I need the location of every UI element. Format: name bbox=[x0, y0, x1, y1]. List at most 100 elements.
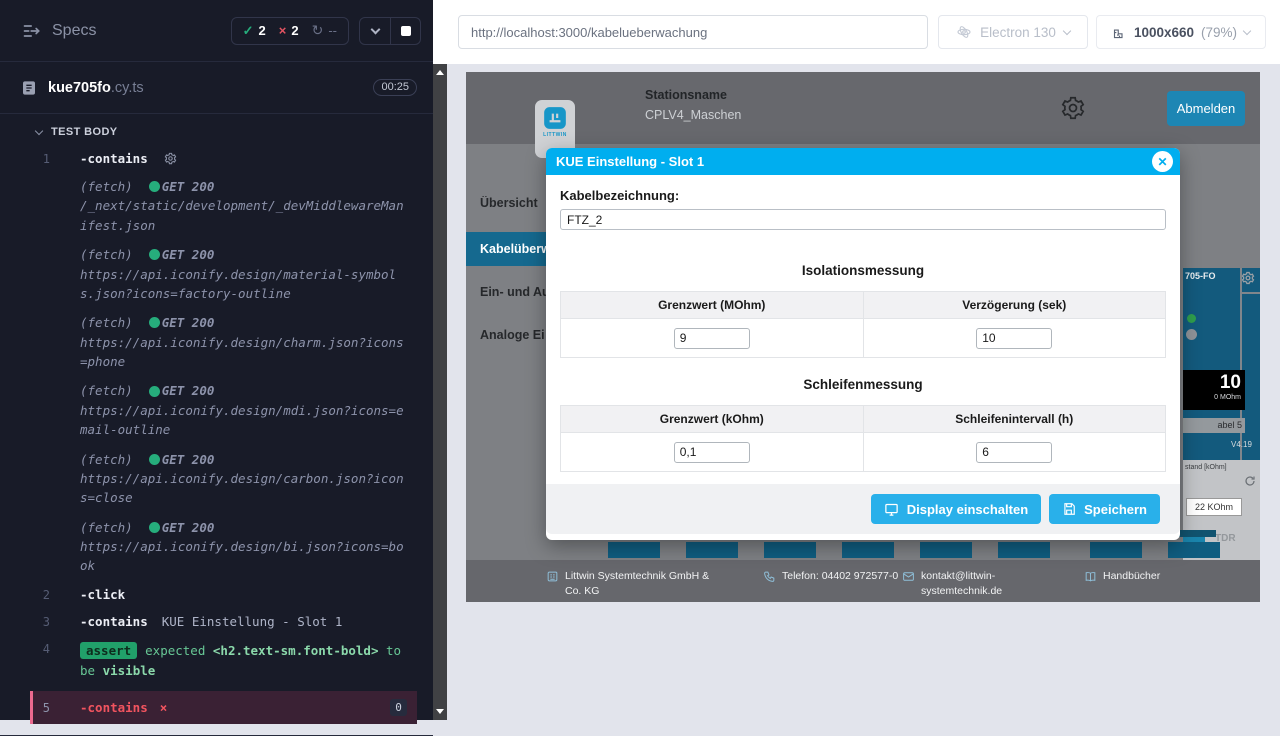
gear-icon bbox=[164, 152, 177, 165]
assert-element: <h2.text-sm.font-bold> bbox=[213, 643, 379, 658]
fetch-method: GET 200 bbox=[162, 518, 215, 537]
url-input[interactable] bbox=[458, 15, 928, 49]
fetch-url: /_next/static/development/_devMiddleware… bbox=[80, 196, 409, 235]
speichern-button[interactable]: Speichern bbox=[1049, 494, 1160, 524]
card-stub bbox=[842, 542, 894, 558]
display-einschalten-button[interactable]: Display einschalten bbox=[871, 494, 1041, 524]
command-number: 4 bbox=[0, 641, 50, 656]
kabel-label: Kabelbezeichnung: bbox=[560, 188, 1166, 203]
viewport-select[interactable]: 1000x660 (79%) bbox=[1096, 15, 1266, 49]
resistance-value: 22 KOhm bbox=[1186, 498, 1242, 516]
fetch-label: (fetch) bbox=[80, 381, 133, 400]
fetch-url: https://api.iconify.design/carbon.json?i… bbox=[80, 469, 409, 508]
command-number: 3 bbox=[0, 614, 50, 629]
command-assert[interactable]: 4 assertexpected <h2.text-sm.font-bold> … bbox=[0, 635, 433, 687]
card-stub bbox=[686, 542, 738, 558]
reporter-header: Specs ✓2 ×2 ↻-- bbox=[0, 0, 433, 62]
retry-count-badge: 0 bbox=[390, 699, 407, 716]
logout-button[interactable]: Abmelden bbox=[1167, 91, 1245, 126]
status-dot-icon bbox=[149, 386, 160, 397]
kabelbezeichnung-input[interactable] bbox=[560, 209, 1166, 230]
cypress-reporter-sidebar: Specs ✓2 ×2 ↻-- kue705fo.cy.ts 00:25 TES… bbox=[0, 0, 433, 720]
fetch-method: GET 200 bbox=[162, 381, 215, 400]
refresh-icon[interactable] bbox=[1244, 475, 1256, 487]
phone-icon bbox=[763, 570, 776, 584]
assert-text: expected bbox=[145, 643, 205, 658]
command-name: -contains bbox=[80, 614, 148, 629]
fetch-method: GET 200 bbox=[162, 313, 215, 332]
status-dot-icon bbox=[149, 454, 160, 465]
chevron-down-icon bbox=[35, 126, 43, 134]
stat-failed: ×2 bbox=[279, 23, 299, 38]
scroll-down-icon[interactable] bbox=[436, 709, 444, 714]
chevron-down-icon bbox=[370, 24, 380, 34]
viewport-scale: (79%) bbox=[1201, 25, 1237, 40]
station-info: Stationsname CPLV4_Maschen bbox=[645, 88, 741, 122]
stat-passed: ✓2 bbox=[243, 23, 266, 39]
command-log: 1 -contains (fetch)GET 200 /_next/static… bbox=[0, 145, 433, 736]
station-label: Stationsname bbox=[645, 88, 741, 102]
card-stub bbox=[608, 542, 660, 558]
specs-label[interactable]: Specs bbox=[52, 22, 96, 40]
fetch-log-row[interactable]: (fetch)GET 200 https://api.iconify.desig… bbox=[0, 376, 433, 444]
company-name: Littwin Systemtechnik GmbH & Co. KG bbox=[565, 569, 714, 599]
fetch-method: GET 200 bbox=[162, 177, 215, 196]
grenzwert-kohm-input[interactable] bbox=[674, 442, 750, 463]
collapse-button[interactable] bbox=[360, 18, 390, 44]
status-dot-gray bbox=[1186, 329, 1197, 340]
test-body-toggle[interactable]: TEST BODY bbox=[0, 114, 433, 145]
fetch-log-row[interactable]: (fetch)GET 200 https://api.iconify.desig… bbox=[0, 240, 433, 308]
fail-x-icon: × bbox=[160, 700, 168, 715]
fetch-log-row[interactable]: (fetch)GET 200 https://api.iconify.desig… bbox=[0, 308, 433, 376]
footer-manuals[interactable]: Handbücher bbox=[1084, 569, 1160, 584]
email-address: kontakt@littwin-systemtechnik.de bbox=[921, 569, 1032, 599]
status-dot-icon bbox=[149, 317, 160, 328]
settings-gear-icon[interactable] bbox=[1060, 95, 1086, 121]
check-icon: ✓ bbox=[243, 23, 254, 39]
footer-email: kontakt@littwin-systemtechnik.de bbox=[902, 569, 1032, 599]
fetch-method: GET 200 bbox=[162, 245, 215, 264]
command-number: 1 bbox=[0, 151, 50, 166]
fetch-label: (fetch) bbox=[80, 313, 133, 332]
specs-menu-icon[interactable] bbox=[22, 21, 42, 41]
ruler-icon bbox=[1112, 25, 1127, 40]
electron-icon bbox=[956, 24, 972, 40]
command-click[interactable]: 2 -click bbox=[0, 581, 433, 608]
spec-duration-badge: 00:25 bbox=[373, 79, 417, 96]
fetch-method: GET 200 bbox=[162, 450, 215, 469]
spec-row[interactable]: kue705fo.cy.ts 00:25 bbox=[0, 62, 433, 114]
device-gear-icon[interactable] bbox=[1241, 271, 1255, 285]
schleifenintervall-input[interactable] bbox=[976, 442, 1052, 463]
command-contains-3[interactable]: 3 -containsKUE Einstellung - Slot 1 bbox=[0, 608, 433, 635]
browser-select[interactable]: Electron 130 bbox=[938, 15, 1088, 49]
command-contains-failed[interactable]: 5 -contains× 0 bbox=[30, 691, 417, 724]
stop-button[interactable] bbox=[390, 18, 420, 44]
close-icon[interactable]: ✕ bbox=[1152, 151, 1173, 172]
resistance-label: stand [kOhm] bbox=[1185, 464, 1227, 471]
fetch-log-row[interactable]: (fetch)GET 200 https://api.iconify.desig… bbox=[0, 513, 433, 581]
grenzwert-mohm-input[interactable] bbox=[674, 328, 750, 349]
card-stub bbox=[998, 542, 1050, 558]
browser-label: Electron 130 bbox=[980, 25, 1056, 40]
app-footer: Littwin Systemtechnik GmbH & Co. KG Tele… bbox=[466, 560, 1260, 602]
column-header: Grenzwert (MOhm) bbox=[561, 292, 863, 318]
display-unit: 0 MOhm bbox=[1187, 394, 1241, 401]
command-name: -contains bbox=[80, 700, 148, 715]
command-contains-1[interactable]: 1 -contains bbox=[0, 145, 433, 172]
status-dot-green bbox=[1187, 314, 1196, 323]
column-header: Schleifenintervall (h) bbox=[863, 406, 1166, 432]
scroll-up-icon[interactable] bbox=[436, 70, 444, 75]
test-stats: ✓2 ×2 ↻-- bbox=[231, 17, 349, 45]
logo-icon bbox=[542, 105, 568, 131]
assert-text: visible bbox=[103, 663, 156, 678]
device-card: 705-FO 10 0 MOhm abel 5 V4.19 stand [kOh… bbox=[1183, 268, 1260, 560]
viewport-size: 1000x660 bbox=[1134, 25, 1194, 40]
isolationsmessung-table: Grenzwert (MOhm) Verzögerung (sek) bbox=[560, 291, 1166, 358]
nav-item-kabelueberwachung[interactable]: Kabelüberw bbox=[466, 232, 548, 266]
test-body-label: TEST BODY bbox=[51, 126, 118, 138]
fetch-label: (fetch) bbox=[80, 450, 133, 469]
verzoegerung-sek-input[interactable] bbox=[976, 328, 1052, 349]
reporter-scrollbar[interactable] bbox=[433, 64, 447, 720]
fetch-log-row[interactable]: (fetch)GET 200 /_next/static/development… bbox=[0, 172, 433, 240]
fetch-log-row[interactable]: (fetch) GET 200 https://api.iconify.desig… bbox=[0, 445, 433, 513]
